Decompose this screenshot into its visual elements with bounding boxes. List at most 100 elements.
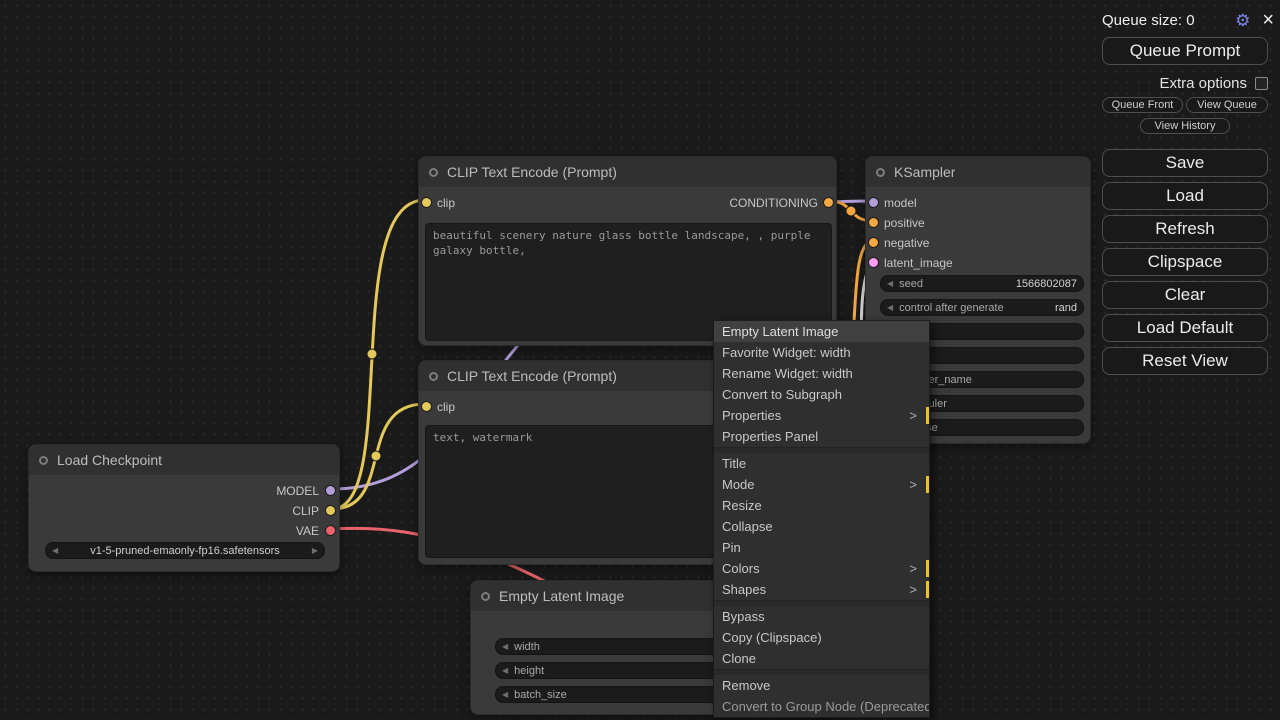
input-slot-latent-image[interactable] (869, 258, 878, 267)
menu-item-resize[interactable]: Resize (714, 495, 929, 516)
queue-size-label: Queue size: 0 (1102, 12, 1195, 29)
node-graph-canvas[interactable]: Load Checkpoint MODEL CLIP VAE ◀ v1-5-pr… (0, 0, 1280, 720)
clip-text-encode-positive-node[interactable]: CLIP Text Encode (Prompt) clip CONDITION… (418, 156, 837, 346)
collapse-dot-icon[interactable] (481, 592, 490, 601)
menu-item-label: Properties (722, 408, 781, 423)
ckpt-name-combo[interactable]: ◀ v1-5-pruned-emaonly-fp16.safetensors ▶ (45, 542, 325, 559)
node-title: CLIP Text Encode (Prompt) (447, 368, 617, 384)
menu-item-convert-to-subgraph[interactable]: Convert to Subgraph (714, 384, 929, 405)
output-label-clip: CLIP (292, 501, 319, 521)
seed-widget[interactable]: ◀ seed 1566802087 (880, 275, 1084, 292)
menu-item-mode[interactable]: Mode > (714, 474, 929, 495)
menu-item-collapse[interactable]: Collapse (714, 516, 929, 537)
control-after-generate-widget[interactable]: ◀ control after generate rand (880, 299, 1084, 316)
menu-item-title[interactable]: Title (714, 453, 929, 474)
menu-item-label: Convert to Subgraph (722, 387, 842, 402)
output-label-model: MODEL (276, 481, 319, 501)
menu-item-label: Resize (722, 498, 762, 513)
node-title: Empty Latent Image (499, 588, 624, 604)
collapse-dot-icon[interactable] (876, 168, 885, 177)
output-label-vae: VAE (296, 521, 319, 541)
menu-item-label: Clone (722, 651, 756, 666)
menu-item-label: Title (722, 456, 746, 471)
menu-item-copy-clipspace[interactable]: Copy (Clipspace) (714, 627, 929, 648)
clear-button[interactable]: Clear (1102, 281, 1268, 309)
output-slot-vae[interactable] (326, 526, 335, 535)
settings-gear-icon[interactable]: ⚙ (1235, 12, 1250, 29)
widget-label: width (514, 641, 540, 653)
menu-item-pin[interactable]: Pin (714, 537, 929, 558)
menu-item-label: Mode (722, 477, 755, 492)
load-button[interactable]: Load (1102, 182, 1268, 210)
wire-midpoint-dot (846, 206, 856, 216)
view-history-button[interactable]: View History (1140, 118, 1230, 134)
menu-item-label: Copy (Clipspace) (722, 630, 822, 645)
menu-item-label: Collapse (722, 519, 773, 534)
menu-item-bypass[interactable]: Bypass (714, 606, 929, 627)
menu-item-rename-widget[interactable]: Rename Widget: width (714, 363, 929, 384)
input-slot-clip[interactable] (422, 198, 431, 207)
menu-item-shapes[interactable]: Shapes > (714, 579, 929, 600)
queue-prompt-button[interactable]: Queue Prompt (1102, 37, 1268, 65)
input-slot-model[interactable] (869, 198, 878, 207)
output-slot-clip[interactable] (326, 506, 335, 515)
menu-item-label: Pin (722, 540, 741, 555)
widget-left-arrow-icon[interactable]: ◀ (502, 690, 508, 699)
input-label-model: model (884, 193, 917, 213)
menu-item-convert-to-group-node[interactable]: Convert to Group Node (Deprecated) (714, 696, 929, 717)
menu-item-label: Remove (722, 678, 770, 693)
widget-left-arrow-icon[interactable]: ◀ (502, 642, 508, 651)
ksampler-header[interactable]: KSampler (866, 157, 1090, 187)
menu-item-label: Favorite Widget: width (722, 345, 851, 360)
input-slot-negative[interactable] (869, 238, 878, 247)
menu-item-label: Shapes (722, 582, 766, 597)
menu-item-colors[interactable]: Colors > (714, 558, 929, 579)
output-slot-model[interactable] (326, 486, 335, 495)
submenu-arrow-icon: > (909, 405, 917, 426)
submenu-arrow-icon: > (909, 558, 917, 579)
node-title: Load Checkpoint (57, 452, 162, 468)
menu-item-properties[interactable]: Properties > (714, 405, 929, 426)
collapse-dot-icon[interactable] (429, 168, 438, 177)
load-default-button[interactable]: Load Default (1102, 314, 1268, 342)
submenu-accent-bar (926, 476, 929, 493)
widget-left-arrow-icon[interactable]: ◀ (887, 303, 893, 312)
menu-item-label: Bypass (722, 609, 765, 624)
combo-right-arrow-icon[interactable]: ▶ (312, 546, 318, 555)
submenu-arrow-icon: > (909, 579, 917, 600)
output-slot-conditioning[interactable] (824, 198, 833, 207)
extra-options-checkbox[interactable] (1255, 77, 1268, 90)
menu-item-favorite-widget[interactable]: Favorite Widget: width (714, 342, 929, 363)
wire-clip-to-negative (332, 404, 425, 509)
widget-label: height (514, 665, 544, 677)
menu-item-properties-panel[interactable]: Properties Panel (714, 426, 929, 447)
menu-item-label: Convert to Group Node (Deprecated) (722, 699, 929, 714)
clipspace-button[interactable]: Clipspace (1102, 248, 1268, 276)
widget-left-arrow-icon[interactable]: ◀ (887, 279, 893, 288)
widget-label: seed (899, 278, 923, 290)
collapse-dot-icon[interactable] (429, 372, 438, 381)
collapse-dot-icon[interactable] (39, 456, 48, 465)
input-label-clip: clip (437, 397, 455, 417)
input-label-latent-image: latent_image (884, 253, 953, 273)
widget-left-arrow-icon[interactable]: ◀ (502, 666, 508, 675)
combo-left-arrow-icon[interactable]: ◀ (52, 546, 58, 555)
close-icon[interactable]: × (1262, 10, 1274, 30)
reset-view-button[interactable]: Reset View (1102, 347, 1268, 375)
refresh-button[interactable]: Refresh (1102, 215, 1268, 243)
menu-item-remove[interactable]: Remove (714, 675, 929, 696)
context-menu-title: Empty Latent Image (714, 321, 929, 342)
input-slot-clip[interactable] (422, 402, 431, 411)
load-checkpoint-node[interactable]: Load Checkpoint MODEL CLIP VAE ◀ v1-5-pr… (28, 444, 340, 572)
clip-positive-header[interactable]: CLIP Text Encode (Prompt) (419, 157, 836, 187)
save-button[interactable]: Save (1102, 149, 1268, 177)
load-checkpoint-header[interactable]: Load Checkpoint (29, 445, 339, 475)
submenu-arrow-icon: > (909, 474, 917, 495)
ckpt-name-value: v1-5-pruned-emaonly-fp16.safetensors (90, 545, 280, 557)
input-slot-positive[interactable] (869, 218, 878, 227)
wire-midpoint-dot (371, 451, 381, 461)
menu-item-clone[interactable]: Clone (714, 648, 929, 669)
queue-front-button[interactable]: Queue Front (1102, 97, 1183, 113)
view-queue-button[interactable]: View Queue (1186, 97, 1268, 113)
input-label-clip: clip (437, 193, 455, 213)
